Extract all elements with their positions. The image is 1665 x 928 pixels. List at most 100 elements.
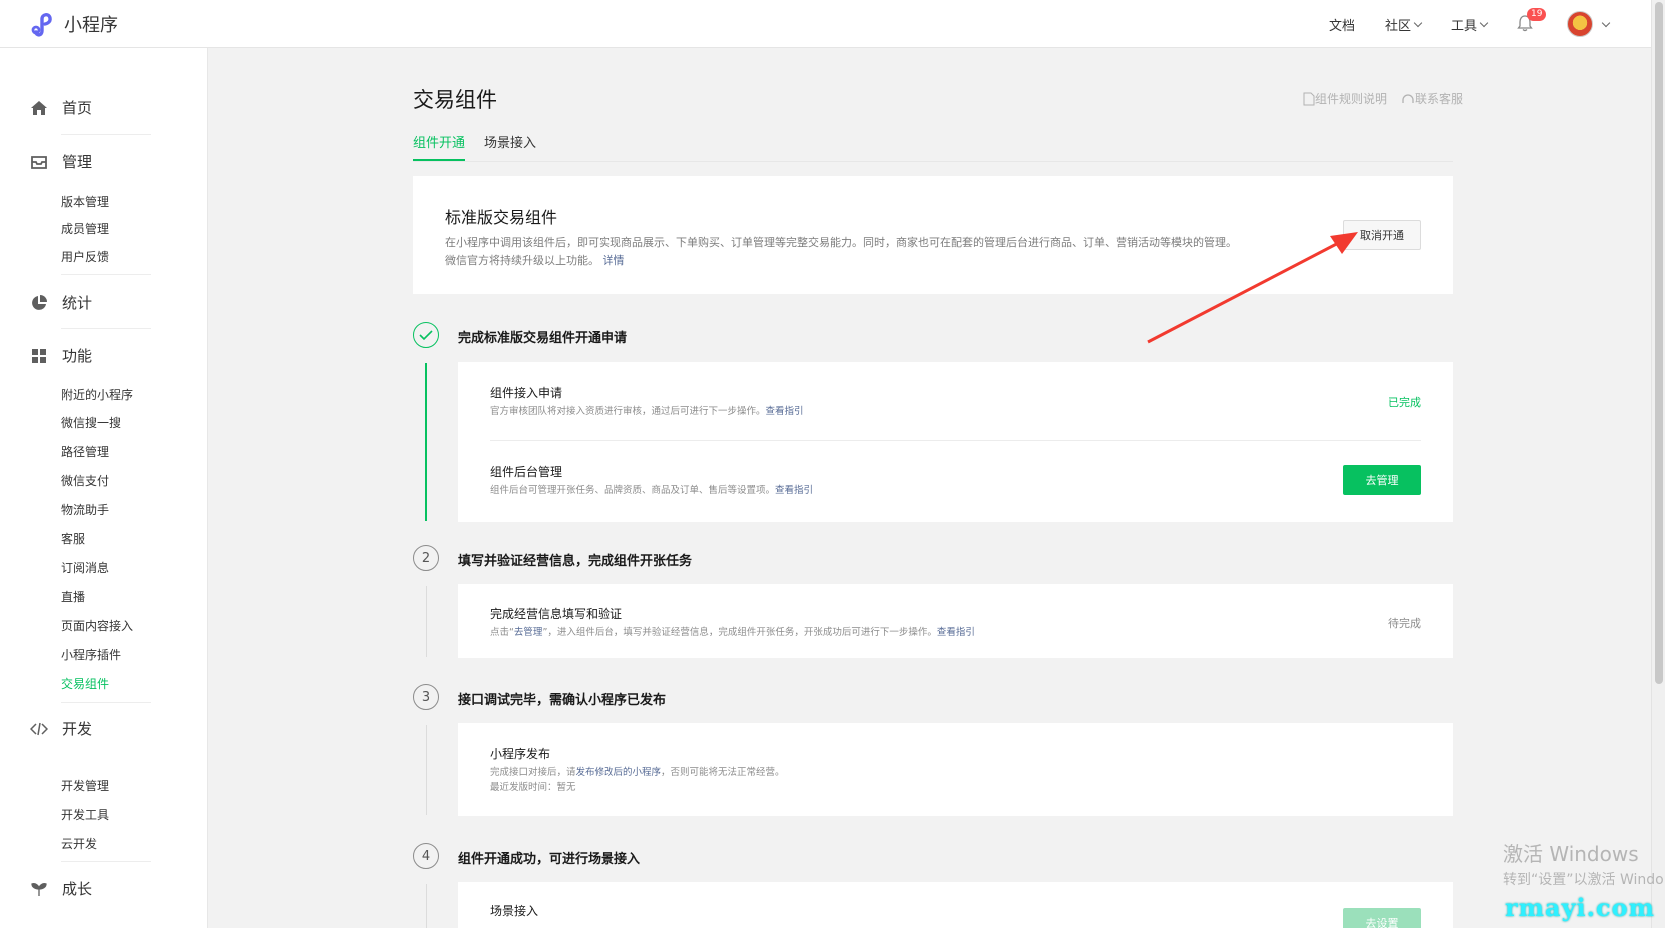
standard-component-card: 标准版交易组件 在小程序中调用该组件后，即可实现商品展示、下单购买、订单管理等完… bbox=[413, 176, 1453, 294]
tab-scene[interactable]: 场景接入 bbox=[484, 132, 536, 159]
logo[interactable]: 小程序 bbox=[30, 10, 118, 38]
item-desc-mid: ，否则可能将无法正常经营。 bbox=[661, 767, 785, 778]
sprout-icon bbox=[31, 882, 47, 896]
last-release-time: 最近发版时间：暂无 bbox=[490, 782, 576, 793]
item-desc-mid: ”，进入组件后台，填写并验证经营信息，完成组件开张任务，开张成功后可进行下一步操… bbox=[542, 627, 937, 638]
avatar[interactable] bbox=[1567, 11, 1593, 37]
sidebar-item-live[interactable]: 直播 bbox=[61, 588, 85, 605]
sidebar-item-pay[interactable]: 微信支付 bbox=[61, 472, 109, 489]
nav-docs[interactable]: 文档 bbox=[1329, 15, 1355, 34]
miniprogram-logo-icon bbox=[31, 13, 52, 37]
nav-tools-label: 工具 bbox=[1450, 18, 1477, 34]
sidebar-item-page-content[interactable]: 页面内容接入 bbox=[61, 617, 133, 634]
tabs: 组件开通 场景接入 bbox=[413, 132, 1453, 162]
service-link[interactable]: 联系客服 bbox=[1401, 90, 1463, 107]
sidebar-item-service[interactable]: 客服 bbox=[61, 530, 85, 547]
sidebar-item-label: 管理 bbox=[62, 153, 93, 171]
sidebar-item-dev-tools[interactable]: 开发工具 bbox=[61, 806, 109, 823]
notification-badge: 19 bbox=[1527, 8, 1547, 21]
sidebar-item-dev-manage[interactable]: 开发管理 bbox=[61, 777, 109, 794]
guide-link[interactable]: 查看指引 bbox=[937, 627, 975, 638]
item-description: 点击“去管理”，进入组件后台，填写并验证经营信息，完成组件开张任务，开张成功后可… bbox=[490, 626, 975, 640]
publish-link[interactable]: 发布修改后的小程序 bbox=[576, 767, 662, 778]
sidebar-item-version[interactable]: 版本管理 bbox=[61, 193, 109, 210]
sidebar-item-stats[interactable]: 统计 bbox=[30, 292, 92, 313]
sidebar-item-label: 成长 bbox=[62, 880, 93, 898]
step-4-card: 场景接入 去设置 bbox=[458, 882, 1453, 928]
step-1-card: 组件接入申请 官方审核团队将对接入资质进行审核，通过后可进行下一步操作。查看指引… bbox=[458, 362, 1453, 522]
guide-link[interactable]: 查看指引 bbox=[766, 406, 804, 417]
step-3-card: 小程序发布 完成接口对接后，请发布修改后的小程序，否则可能将无法正常经营。 最近… bbox=[458, 723, 1453, 816]
app-title: 小程序 bbox=[64, 15, 118, 36]
sidebar-item-members[interactable]: 成员管理 bbox=[61, 220, 109, 237]
rules-link[interactable]: 组件规则说明 bbox=[1303, 90, 1387, 107]
main-content: 交易组件 组件规则说明 联系客服 组件开通 场景接入 标准版交易组件 在小程序中… bbox=[208, 48, 1651, 928]
step-2-indicator: 2 bbox=[413, 545, 439, 571]
go-manage-link[interactable]: 去管理 bbox=[514, 627, 543, 638]
go-manage-button[interactable]: 去管理 bbox=[1343, 465, 1421, 495]
sidebar-item-label: 统计 bbox=[62, 294, 93, 312]
detail-link[interactable]: 详情 bbox=[603, 254, 625, 267]
page-title: 交易组件 bbox=[413, 88, 497, 112]
home-icon bbox=[31, 100, 47, 115]
sidebar-item-feedback[interactable]: 用户反馈 bbox=[61, 248, 109, 265]
standard-description: 在小程序中调用该组件后，即可实现商品展示、下单购买、订单管理等完整交易能力。同时… bbox=[445, 234, 1245, 270]
watermark-line2: 转到“设置”以激活 Windo bbox=[1503, 872, 1664, 888]
item-title: 小程序发布 bbox=[490, 747, 551, 761]
chevron-down-icon[interactable] bbox=[1601, 18, 1611, 27]
divider bbox=[61, 134, 151, 135]
notification-bell[interactable]: 19 bbox=[1517, 8, 1547, 34]
sidebar: 首页 管理 版本管理 成员管理 用户反馈 统计 功能 附近的小程序 微信搜一搜 … bbox=[0, 48, 208, 928]
sidebar-item-growth[interactable]: 成长 bbox=[30, 878, 92, 899]
sidebar-item-label: 开发 bbox=[62, 720, 93, 738]
top-bar: 小程序 文档 社区 工具 19 bbox=[0, 0, 1651, 48]
check-icon bbox=[419, 330, 433, 341]
watermark-line1: 激活 Windows bbox=[1503, 842, 1639, 866]
divider bbox=[61, 274, 151, 275]
item-title: 组件接入申请 bbox=[490, 386, 563, 400]
nav-community[interactable]: 社区 bbox=[1385, 15, 1423, 34]
headset-icon bbox=[1402, 93, 1414, 103]
sidebar-item-manage[interactable]: 管理 bbox=[30, 151, 92, 172]
chevron-down-icon bbox=[1413, 18, 1423, 27]
divider bbox=[61, 861, 151, 862]
sidebar-item-plugins[interactable]: 小程序插件 bbox=[61, 646, 121, 663]
status-badge: 待完成 bbox=[1388, 617, 1421, 630]
item-title: 组件后台管理 bbox=[490, 465, 563, 479]
step-1-line bbox=[425, 363, 427, 521]
guide-link[interactable]: 查看指引 bbox=[775, 485, 813, 496]
step-1-done-indicator bbox=[413, 322, 439, 348]
step-3-title: 接口调试完毕，需确认小程序已发布 bbox=[458, 693, 667, 708]
step-4-title: 组件开通成功，可进行场景接入 bbox=[458, 852, 641, 867]
nav-tools[interactable]: 工具 bbox=[1450, 15, 1489, 34]
top-nav: 文档 社区 工具 19 bbox=[1329, 0, 1651, 48]
scrollbar-thumb[interactable] bbox=[1655, 2, 1663, 684]
rules-link-label: 组件规则说明 bbox=[1314, 92, 1387, 106]
item-desc-pre: 完成接口对接后，请 bbox=[490, 767, 576, 778]
cancel-enable-button[interactable]: 取消开通 bbox=[1343, 220, 1421, 250]
step-3-line bbox=[426, 725, 427, 815]
item-description: 官方审核团队将对接入资质进行审核，通过后可进行下一步操作。查看指引 bbox=[490, 405, 804, 419]
standard-desc-line1: 在小程序中调用该组件后，即可实现商品展示、下单购买、订单管理等完整交易能力。同时… bbox=[445, 236, 1215, 249]
sidebar-item-logistics[interactable]: 物流助手 bbox=[61, 501, 109, 518]
windows-activation-watermark: 激活 Windows 转到“设置”以激活 Windo bbox=[1503, 838, 1664, 889]
sidebar-item-paths[interactable]: 路径管理 bbox=[61, 443, 109, 460]
divider bbox=[61, 702, 151, 703]
tab-enable[interactable]: 组件开通 bbox=[413, 132, 466, 161]
sidebar-item-cloud[interactable]: 云开发 bbox=[61, 835, 97, 852]
step-2-title: 填写并验证经营信息，完成组件开张任务 bbox=[458, 554, 693, 569]
vertical-scrollbar[interactable] bbox=[1651, 0, 1665, 928]
sidebar-item-search[interactable]: 微信搜一搜 bbox=[61, 414, 121, 431]
sidebar-item-trade-component[interactable]: 交易组件 bbox=[61, 675, 109, 692]
step-2-line bbox=[426, 586, 427, 657]
item-title: 完成经营信息填写和验证 bbox=[490, 607, 623, 621]
sidebar-item-features[interactable]: 功能 bbox=[30, 345, 92, 366]
standard-title: 标准版交易组件 bbox=[445, 208, 558, 227]
divider bbox=[490, 440, 1421, 441]
go-setup-button[interactable]: 去设置 bbox=[1343, 908, 1421, 928]
sidebar-item-nearby[interactable]: 附近的小程序 bbox=[61, 386, 133, 403]
sidebar-item-subscribe[interactable]: 订阅消息 bbox=[61, 559, 109, 576]
sidebar-item-home[interactable]: 首页 bbox=[30, 97, 92, 118]
sidebar-item-develop[interactable]: 开发 bbox=[30, 718, 92, 739]
step-2-card: 完成经营信息填写和验证 点击“去管理”，进入组件后台，填写并验证经营信息，完成组… bbox=[458, 584, 1453, 658]
